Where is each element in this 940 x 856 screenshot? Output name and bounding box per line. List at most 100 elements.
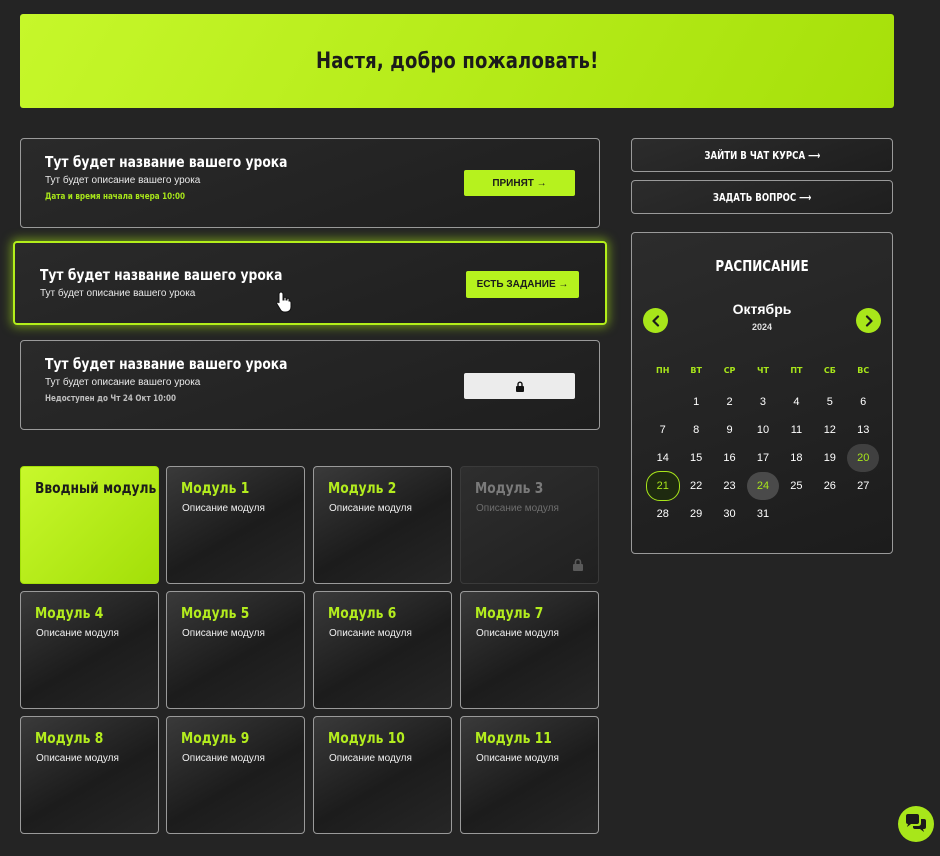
module-title: Модуль 9 [181,729,250,747]
next-month-button[interactable] [856,308,881,333]
lesson-title: Тут будет название вашего урока [45,355,288,373]
calendar-day[interactable]: 4 [780,388,813,416]
calendar-day[interactable]: 2 [713,388,746,416]
calendar-year: 2024 [751,322,773,332]
calendar-day[interactable]: 6 [847,388,880,416]
calendar-week: 28 29 30 31 [646,500,880,528]
calendar-day[interactable]: 12 [813,416,846,444]
calendar-day[interactable]: 13 [847,416,880,444]
module-description: Описание модуля [476,753,559,764]
calendar-day[interactable]: 9 [713,416,746,444]
lesson-card-locked[interactable]: Тут будет название вашего урока Тут буде… [20,340,600,430]
weekday-label: ПН [656,366,670,375]
module-title: Модуль 5 [181,604,250,622]
calendar-day[interactable]: 7 [646,416,679,444]
module-card[interactable]: Модуль 10 Описание модуля [313,716,452,834]
module-description: Описание модуля [329,753,412,764]
calendar-day [813,500,846,528]
calendar-day[interactable]: 10 [746,416,779,444]
hand-cursor-icon [276,291,292,313]
chevron-right-icon [865,314,873,327]
weekday-label: ЧТ [757,366,769,375]
calendar-day[interactable]: 11 [780,416,813,444]
chat-fab-button[interactable] [898,806,934,842]
calendar-day[interactable]: 28 [646,500,679,528]
weekday-label: ПТ [790,366,803,375]
lesson-start-time: Дата и время начала вчера 10:00 [45,192,186,202]
calendar-day[interactable]: 26 [813,472,846,500]
calendar-day[interactable]: 5 [813,388,846,416]
locked-button[interactable] [464,373,575,399]
calendar-day[interactable]: 16 [713,444,746,472]
course-chat-label: ЗАЙТИ В ЧАТ КУРСА ⟶ [703,148,821,162]
module-title: Модуль 4 [35,604,104,622]
module-card[interactable]: Модуль 4 Описание модуля [20,591,159,709]
weekday-label: СР [723,366,736,375]
calendar-day-selected[interactable]: 21 [646,472,679,500]
calendar-day[interactable]: 1 [679,388,712,416]
accepted-button[interactable]: ПРИНЯТ → [464,170,575,196]
module-description: Описание модуля [182,753,265,764]
calendar-day[interactable]: 22 [679,472,712,500]
module-card[interactable]: Модуль 11 Описание модуля [460,716,599,834]
lock-icon [515,381,524,392]
calendar-day [646,388,679,416]
calendar-week: 21 22 23 24 25 26 27 [646,472,880,500]
has-task-button[interactable]: ЕСТЬ ЗАДАНИЕ → [466,271,579,298]
lesson-description: Тут будет описание вашего урока [45,377,201,388]
lesson-unavailable-until: Недоступен до Чт 24 Окт 10:00 [45,394,177,404]
calendar-day-highlighted[interactable]: 20 [847,444,880,472]
module-title: Модуль 8 [35,729,104,747]
module-card-intro[interactable]: Вводный модуль [20,466,159,584]
calendar-day[interactable]: 30 [713,500,746,528]
lesson-title: Тут будет название вашего урока [40,266,283,284]
module-title: Модуль 10 [328,729,405,747]
calendar-month: Октябрь [732,301,792,317]
calendar-day[interactable]: 29 [679,500,712,528]
module-description: Описание модуля [476,628,559,639]
weekday-label: ВТ [690,366,702,375]
calendar-day[interactable]: 14 [646,444,679,472]
calendar-day-today[interactable]: 24 [746,472,779,500]
welcome-title: Настя, добро пожаловать! [315,48,599,74]
module-description: Описание модуля [329,628,412,639]
lesson-card[interactable]: Тут будет название вашего урока Тут буде… [20,138,600,228]
calendar-day[interactable]: 8 [679,416,712,444]
calendar-day[interactable]: 23 [713,472,746,500]
calendar-day [847,500,880,528]
module-title: Модуль 3 [475,479,544,497]
lock-icon [573,558,583,571]
lesson-title: Тут будет название вашего урока [45,153,288,171]
ask-question-button[interactable]: ЗАДАТЬ ВОПРОС ⟶ [631,180,893,214]
module-title: Модуль 2 [328,479,397,497]
course-chat-button[interactable]: ЗАЙТИ В ЧАТ КУРСА ⟶ [631,138,893,172]
calendar-day[interactable]: 3 [746,388,779,416]
module-card[interactable]: Модуль 7 Описание модуля [460,591,599,709]
module-description: Описание модуля [476,503,559,514]
module-card-locked[interactable]: Модуль 3 Описание модуля [460,466,599,584]
calendar-day[interactable]: 27 [847,472,880,500]
module-card[interactable]: Модуль 2 Описание модуля [313,466,452,584]
module-card[interactable]: Модуль 6 Описание модуля [313,591,452,709]
welcome-banner: Настя, добро пожаловать! [20,14,894,108]
calendar-day[interactable]: 17 [746,444,779,472]
lesson-card-active[interactable]: Тут будет название вашего урока Тут буде… [13,241,607,325]
module-description: Описание модуля [329,503,412,514]
module-title: Модуль 11 [475,729,552,747]
lesson-description: Тут будет описание вашего урока [40,288,196,299]
calendar-day[interactable]: 15 [679,444,712,472]
calendar-week: 7 8 9 10 11 12 13 [646,416,880,444]
calendar-day[interactable]: 18 [780,444,813,472]
module-description: Описание модуля [182,628,265,639]
module-card[interactable]: Модуль 1 Описание модуля [166,466,305,584]
module-card[interactable]: Модуль 8 Описание модуля [20,716,159,834]
module-title: Модуль 7 [475,604,544,622]
weekday-label: ВС [857,366,870,375]
module-card[interactable]: Модуль 9 Описание модуля [166,716,305,834]
calendar-day[interactable]: 31 [746,500,779,528]
module-title: Вводный модуль [35,479,157,497]
calendar-day[interactable]: 25 [780,472,813,500]
calendar-day[interactable]: 19 [813,444,846,472]
calendar-weekdays: ПН ВТ СР ЧТ ПТ СБ ВС [646,366,880,375]
module-card[interactable]: Модуль 5 Описание модуля [166,591,305,709]
